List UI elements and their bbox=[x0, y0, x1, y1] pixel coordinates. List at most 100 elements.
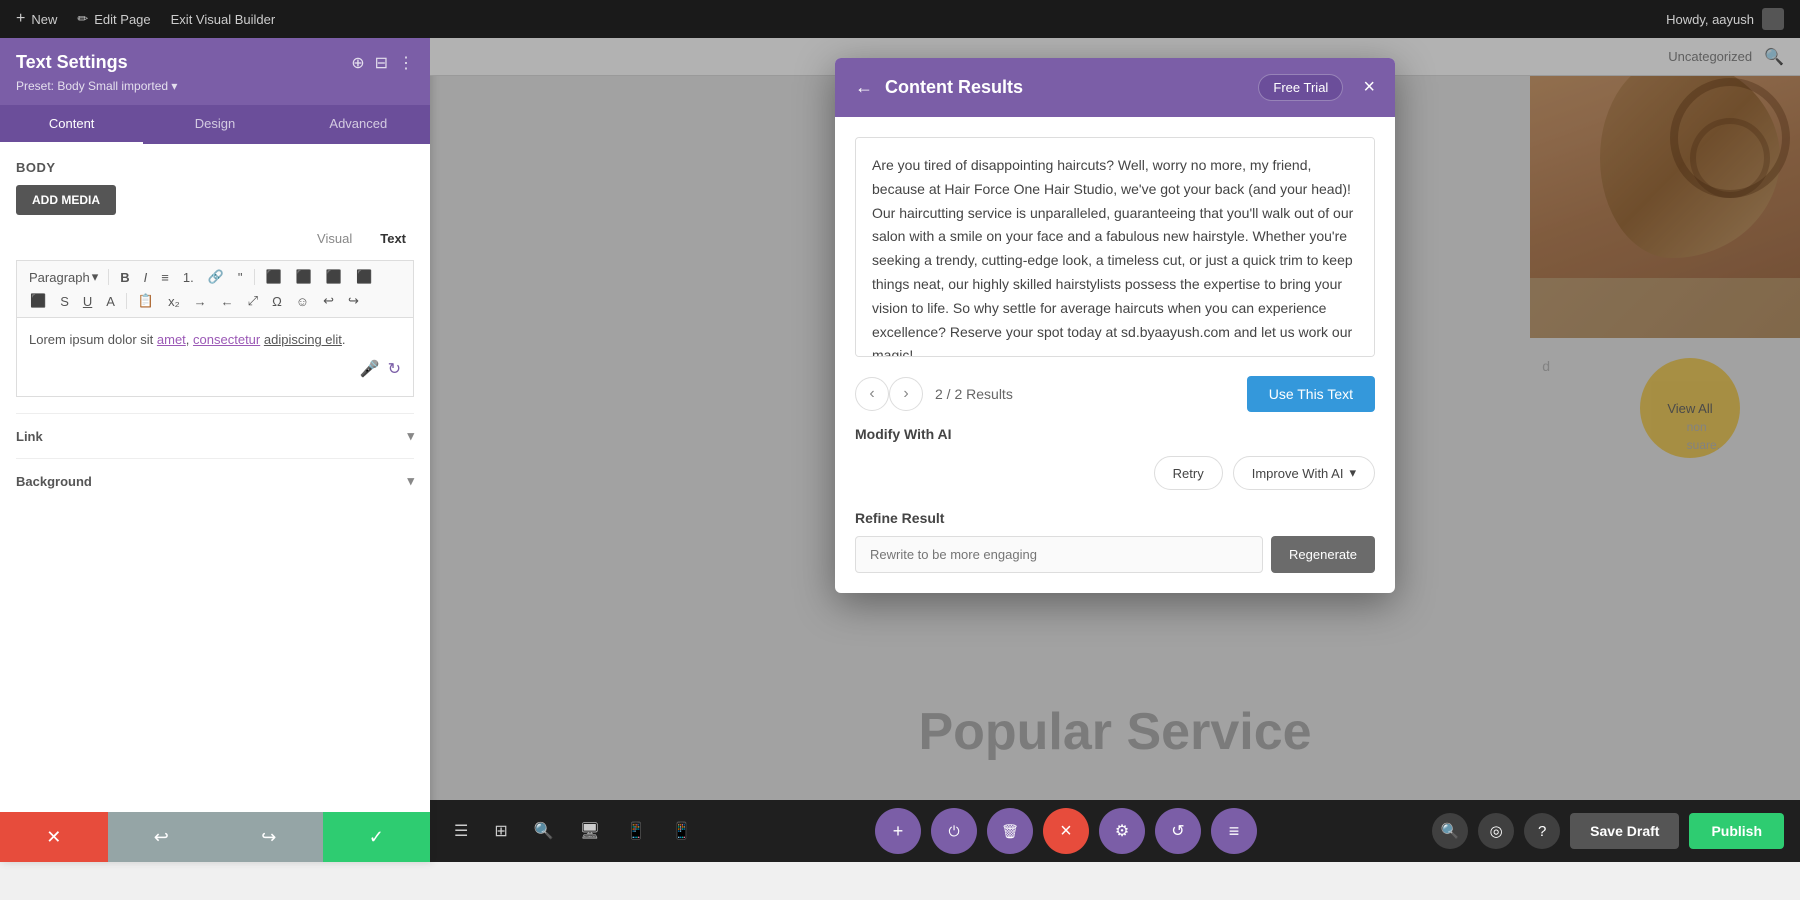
redo-action-button[interactable]: ↪ bbox=[215, 812, 323, 862]
color-button[interactable]: A bbox=[101, 292, 120, 311]
align-right-button[interactable]: ⬛ bbox=[321, 267, 347, 287]
results-count: 2 / 2 Results bbox=[935, 386, 1013, 402]
target-icon[interactable]: ⊕ bbox=[351, 53, 364, 73]
bottom-search-icon[interactable]: 🔍 bbox=[526, 815, 562, 847]
publish-button[interactable]: Publish bbox=[1689, 813, 1784, 849]
modal-overlay: ← Content Results Free Trial × Are you t… bbox=[430, 38, 1800, 862]
align-left-button[interactable]: ⬛ bbox=[261, 267, 287, 287]
background-header[interactable]: Background ▾ bbox=[16, 473, 414, 489]
modal-back-button[interactable]: ← bbox=[855, 77, 873, 98]
refine-row: Regenerate bbox=[855, 536, 1375, 573]
separator-2 bbox=[254, 269, 255, 285]
content-textarea[interactable]: Are you tired of disappointing haircuts?… bbox=[855, 137, 1375, 357]
panel-header: Text Settings ⊕ ⊟ ⋮ Preset: Body Small i… bbox=[0, 38, 430, 105]
history-button[interactable]: ↺ bbox=[1155, 808, 1201, 854]
trash-button[interactable]: 🗑 bbox=[987, 808, 1033, 854]
bottom-mobile-icon[interactable]: 📱 bbox=[664, 815, 700, 847]
edit-page-button[interactable]: ✏ Edit Page bbox=[77, 11, 150, 27]
align-center-button[interactable]: ⬛ bbox=[291, 267, 317, 287]
visual-text-toggle: Visual Text bbox=[16, 227, 414, 250]
bottom-search-right-icon[interactable]: 🔍 bbox=[1432, 813, 1468, 849]
close-center-button[interactable]: × bbox=[1043, 808, 1089, 854]
panel-actions: ✕ ↩ ↪ ✓ bbox=[0, 812, 430, 862]
separator-3 bbox=[126, 293, 127, 309]
modal-close-button[interactable]: × bbox=[1363, 76, 1375, 99]
add-module-button[interactable]: + bbox=[875, 808, 921, 854]
blockquote-button[interactable]: " bbox=[233, 268, 248, 287]
bottom-toolbar: ☰ ⊞ 🔍 🖥 📱 📱 + ⏻ 🗑 × ⚙ ↺ ≡ 🔍 ◎ ? S bbox=[430, 800, 1800, 862]
prev-result-button[interactable]: ‹ bbox=[855, 377, 889, 411]
improve-with-ai-button[interactable]: Improve With AI ▾ bbox=[1233, 456, 1375, 490]
ordered-list-button[interactable]: 1. bbox=[178, 268, 199, 287]
bottom-layers-icon[interactable]: ◎ bbox=[1478, 813, 1514, 849]
indent-button[interactable]: → bbox=[189, 292, 212, 311]
paste-button[interactable]: 📋 bbox=[133, 291, 159, 311]
paragraph-dropdown[interactable]: Paragraph ▾ bbox=[25, 267, 102, 287]
cancel-button[interactable]: ✕ bbox=[0, 812, 108, 862]
align-justify-button[interactable]: ⬛ bbox=[351, 267, 377, 287]
power-button[interactable]: ⏻ bbox=[931, 808, 977, 854]
panel-title: Text Settings bbox=[16, 52, 128, 73]
body-label: Body bbox=[16, 160, 414, 175]
confirm-button[interactable]: ✓ bbox=[323, 812, 431, 862]
use-text-button[interactable]: Use This Text bbox=[1247, 376, 1375, 412]
strikethrough-button[interactable]: S bbox=[55, 292, 74, 311]
unordered-list-button[interactable]: ≡ bbox=[156, 268, 174, 287]
equalizer-button[interactable]: ≡ bbox=[1211, 808, 1257, 854]
exit-builder-button[interactable]: Exit Visual Builder bbox=[171, 12, 276, 27]
new-button[interactable]: + New bbox=[16, 10, 57, 28]
tab-advanced[interactable]: Advanced bbox=[287, 105, 430, 144]
bottom-menu-icon[interactable]: ☰ bbox=[446, 815, 476, 847]
more-icon[interactable]: ⋮ bbox=[398, 53, 414, 73]
redo-button[interactable]: ↪ bbox=[343, 291, 364, 311]
main-layout: Text Settings ⊕ ⊟ ⋮ Preset: Body Small i… bbox=[0, 38, 1800, 862]
retry-button[interactable]: Retry bbox=[1154, 456, 1223, 490]
fullscreen-button[interactable]: ⤢ bbox=[243, 291, 263, 311]
modal-title: Content Results bbox=[885, 77, 1246, 98]
subscript-button[interactable]: x₂ bbox=[163, 292, 185, 311]
italic-button[interactable]: I bbox=[139, 268, 153, 287]
emoji-button[interactable]: ☺ bbox=[291, 292, 314, 311]
avatar bbox=[1762, 8, 1784, 30]
editor-area[interactable]: Lorem ipsum dolor sit amet, consectetur … bbox=[16, 317, 414, 397]
layout-icon[interactable]: ⊟ bbox=[375, 53, 388, 73]
bottom-grid-icon[interactable]: ⊞ bbox=[486, 815, 515, 847]
bottom-help-icon[interactable]: ? bbox=[1524, 813, 1560, 849]
preset-label[interactable]: Preset: Body Small imported ▾ bbox=[16, 79, 177, 93]
background-section: Background ▾ bbox=[16, 458, 414, 503]
tab-content[interactable]: Content bbox=[0, 105, 143, 144]
panel-tabs: Content Design Advanced bbox=[0, 105, 430, 144]
refine-input[interactable] bbox=[855, 536, 1263, 573]
add-media-button[interactable]: ADD MEDIA bbox=[16, 185, 116, 215]
panel-header-icons: ⊕ ⊟ ⋮ bbox=[351, 53, 414, 73]
modify-ai-label: Modify With AI bbox=[855, 426, 1375, 442]
table-button[interactable]: ⬛ bbox=[25, 291, 51, 311]
bottom-desktop-icon[interactable]: 🖥 bbox=[572, 815, 608, 847]
top-bar-right: Howdy, aayush bbox=[1666, 8, 1784, 30]
undo-button[interactable]: ↩ bbox=[318, 291, 339, 311]
regenerate-button[interactable]: Regenerate bbox=[1271, 536, 1375, 573]
next-result-button[interactable]: › bbox=[889, 377, 923, 411]
modal-header: ← Content Results Free Trial × bbox=[835, 58, 1395, 117]
nav-row: ‹ › 2 / 2 Results Use This Text bbox=[855, 376, 1375, 412]
special-chars-button[interactable]: Ω bbox=[267, 292, 287, 311]
refine-title: Refine Result bbox=[855, 510, 1375, 526]
underline-button[interactable]: U bbox=[78, 292, 97, 311]
text-toggle[interactable]: Text bbox=[372, 227, 414, 250]
center-toolbar-buttons: + ⏻ 🗑 × ⚙ ↺ ≡ bbox=[710, 808, 1422, 854]
bottom-tablet-icon[interactable]: 📱 bbox=[618, 815, 654, 847]
outdent-button[interactable]: ← bbox=[216, 292, 239, 311]
visual-toggle[interactable]: Visual bbox=[309, 227, 360, 250]
link-header[interactable]: Link ▾ bbox=[16, 428, 414, 444]
tab-design[interactable]: Design bbox=[143, 105, 286, 144]
undo-action-button[interactable]: ↩ bbox=[108, 812, 216, 862]
save-draft-button[interactable]: Save Draft bbox=[1570, 813, 1679, 849]
ai-icon[interactable]: ↻ bbox=[388, 357, 401, 383]
link-section: Link ▾ bbox=[16, 413, 414, 458]
mic-icon[interactable]: 🎤 bbox=[360, 357, 380, 383]
settings-button[interactable]: ⚙ bbox=[1099, 808, 1145, 854]
free-trial-badge[interactable]: Free Trial bbox=[1258, 74, 1343, 101]
link-button[interactable]: 🔗 bbox=[203, 267, 229, 287]
main-content: View All non suare. d Popular Service Un… bbox=[430, 38, 1800, 862]
bold-button[interactable]: B bbox=[115, 268, 134, 287]
